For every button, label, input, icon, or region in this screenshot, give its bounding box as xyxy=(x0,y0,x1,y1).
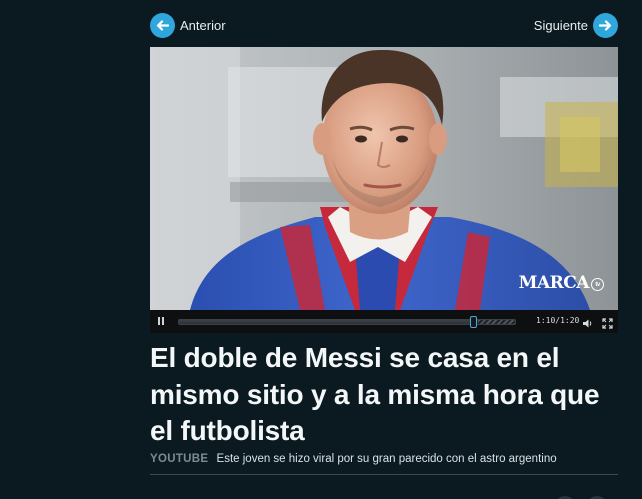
article-navigation: Anterior Siguiente xyxy=(150,12,618,40)
progress-fill xyxy=(179,320,473,324)
article-meta: YOUTUBE Este joven se hizo viral por su … xyxy=(150,453,618,465)
time-display: 1:10/1:20 xyxy=(536,316,580,325)
video-controls: 1:10/1:20 xyxy=(150,310,618,333)
volume-icon[interactable] xyxy=(582,316,594,328)
article-summary: Este joven se hizo viral por su gran par… xyxy=(216,453,557,465)
arrow-right-icon xyxy=(593,12,618,38)
pause-icon[interactable] xyxy=(157,317,165,326)
video-player[interactable]: MARCA tv 1:10/1:20 xyxy=(150,47,618,333)
divider xyxy=(150,474,618,475)
source-label: YOUTUBE xyxy=(150,453,209,465)
logo-text: MARCA xyxy=(518,273,590,293)
logo-badge: tv xyxy=(591,278,604,291)
arrow-left-icon xyxy=(150,12,175,38)
next-label: Siguiente xyxy=(533,17,588,33)
progress-handle[interactable] xyxy=(470,316,477,328)
fullscreen-icon[interactable] xyxy=(602,316,613,329)
previous-button[interactable]: Anterior xyxy=(150,12,226,38)
marca-tv-logo: MARCA tv xyxy=(519,273,604,293)
progress-buffer xyxy=(478,320,515,324)
next-button[interactable]: Siguiente xyxy=(534,12,618,38)
page: Anterior Siguiente MARCA tv 1:10/1:20 El… xyxy=(0,0,642,499)
video-frame[interactable] xyxy=(150,47,618,310)
article-headline[interactable]: El doble de Messi se casa en el mismo si… xyxy=(150,340,620,450)
previous-label: Anterior xyxy=(180,17,226,33)
progress-bar[interactable] xyxy=(178,316,516,328)
